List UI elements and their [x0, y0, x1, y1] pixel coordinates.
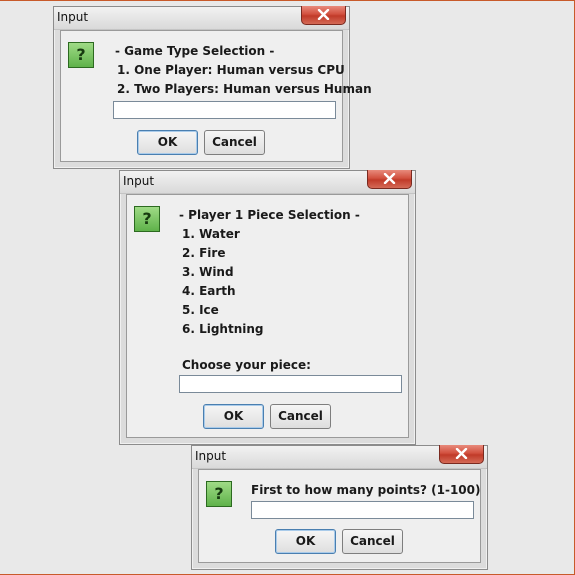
option-one-player: 1. One Player: Human versus CPU	[117, 63, 345, 77]
question-icon: ?	[206, 481, 232, 507]
points-input[interactable]	[251, 501, 474, 519]
dialog-title: Input	[123, 174, 155, 188]
option-fire: 2. Fire	[182, 246, 226, 260]
close-button[interactable]	[367, 170, 412, 189]
title-bar[interactable]: Input	[120, 170, 415, 194]
dialog-content: ? First to how many points? (1-100) OK C…	[198, 469, 481, 563]
prompt-heading: - Player 1 Piece Selection -	[179, 208, 360, 222]
question-icon: ?	[134, 206, 160, 232]
option-ice: 5. Ice	[182, 303, 219, 317]
option-two-players: 2. Two Players: Human versus Human	[117, 82, 372, 96]
title-bar[interactable]: Input	[192, 445, 487, 469]
dialog-content: ? - Game Type Selection - 1. One Player:…	[60, 30, 372, 162]
prompt-heading: - Game Type Selection -	[115, 44, 275, 58]
cancel-button[interactable]: Cancel	[270, 404, 331, 429]
cancel-button[interactable]: Cancel	[342, 529, 403, 554]
question-icon: ?	[68, 42, 94, 68]
piece-input[interactable]	[179, 375, 402, 393]
dialog-title: Input	[195, 449, 227, 463]
dialog-content: ? - Player 1 Piece Selection - 1. Water …	[126, 194, 409, 438]
title-bar[interactable]: Input	[54, 6, 349, 30]
ok-button[interactable]: OK	[137, 130, 198, 155]
close-icon	[317, 9, 330, 20]
piece-selection-dialog: Input ? - Player 1 Piece Selection - 1. …	[119, 170, 416, 445]
ok-button[interactable]: OK	[275, 529, 336, 554]
ok-button[interactable]: OK	[203, 404, 264, 429]
option-earth: 4. Earth	[182, 284, 236, 298]
cancel-button[interactable]: Cancel	[204, 130, 265, 155]
points-prompt: First to how many points? (1-100)	[251, 483, 481, 497]
choose-piece-label: Choose your piece:	[182, 358, 311, 372]
close-icon	[383, 173, 396, 184]
close-button[interactable]	[301, 6, 346, 25]
option-wind: 3. Wind	[182, 265, 234, 279]
game-type-dialog: Input ? - Game Type Selection - 1. One P…	[53, 6, 372, 169]
close-icon	[455, 448, 468, 459]
option-water: 1. Water	[182, 227, 240, 241]
close-button[interactable]	[439, 445, 484, 464]
dialog-title: Input	[57, 10, 89, 24]
game-type-input[interactable]	[113, 101, 336, 119]
option-lightning: 6. Lightning	[182, 322, 264, 336]
points-dialog: Input ? First to how many points? (1-100…	[191, 445, 488, 570]
